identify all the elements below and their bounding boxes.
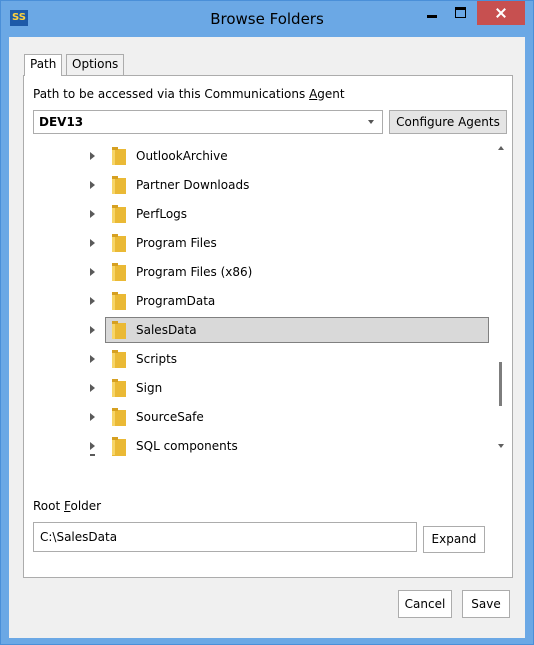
tree-item-label: Sign: [136, 381, 163, 395]
folder-icon: [112, 263, 126, 281]
folder-icon: [112, 147, 126, 165]
tree-item[interactable]: SalesData: [33, 316, 493, 345]
root-folder-label: Root Folder: [33, 499, 102, 513]
tree-item-label: ProgramData: [136, 294, 216, 308]
cancel-button[interactable]: Cancel: [398, 590, 452, 618]
tree-item-label: SourceSafe: [136, 410, 204, 424]
folder-icon: [112, 205, 126, 223]
folder-icon: [112, 379, 126, 397]
tab-path[interactable]: Path: [24, 54, 63, 76]
expand-arrow-icon[interactable]: [90, 297, 95, 305]
expand-arrow-icon[interactable]: [90, 239, 95, 247]
root-folder-input[interactable]: [33, 522, 417, 552]
tree-item[interactable]: Program Files (x86): [33, 258, 493, 287]
expand-button[interactable]: Expand: [423, 526, 485, 553]
expand-arrow-icon[interactable]: [90, 384, 95, 392]
tree-item-label: Program Files: [136, 236, 217, 250]
tree-item[interactable]: Scripts: [33, 345, 493, 374]
expand-arrow-icon[interactable]: [90, 442, 95, 450]
maximize-icon[interactable]: [447, 1, 474, 25]
tree-item[interactable]: SourceSafe: [33, 403, 493, 432]
expand-arrow-icon[interactable]: [90, 181, 95, 189]
expand-arrow-icon[interactable]: [90, 326, 95, 334]
tree-item-label: OutlookArchive: [136, 149, 228, 163]
minimize-icon[interactable]: [419, 1, 446, 25]
agent-dropdown[interactable]: DEV13: [33, 110, 383, 134]
path-label: Path to be accessed via this Communicati…: [33, 87, 345, 101]
tree-item-label: Partner Downloads: [136, 178, 250, 192]
tree-item-label: Scripts: [136, 352, 178, 366]
folder-icon: [112, 350, 126, 368]
dialog-body: Path Options Path to be accessed via thi…: [9, 37, 525, 638]
tree-item[interactable]: Program Files: [33, 229, 493, 258]
folder-tree[interactable]: OutlookArchive Partner Downloads PerfLogs P…: [33, 138, 505, 456]
folder-icon: [112, 292, 126, 310]
folder-icon: [112, 234, 126, 252]
expand-arrow-icon[interactable]: [90, 210, 95, 218]
tab-options[interactable]: Options: [66, 54, 125, 75]
scroll-up-icon[interactable]: [498, 146, 504, 150]
expand-arrow-icon[interactable]: [90, 355, 95, 363]
close-icon[interactable]: [477, 1, 525, 25]
tree-item[interactable]: OutlookArchive: [33, 142, 493, 171]
tree-item[interactable]: SQL components: [33, 432, 493, 456]
tree-item[interactable]: PerfLogs: [33, 200, 493, 229]
agent-dropdown-value: DEV13: [39, 115, 84, 129]
folder-icon: [112, 408, 126, 426]
tree-item-label: SQL components: [136, 439, 238, 453]
chevron-down-icon: [368, 120, 374, 124]
folder-icon: [112, 321, 126, 339]
title-bar[interactable]: SS Browse Folders: [1, 1, 533, 37]
tree-item[interactable]: Sign: [33, 374, 493, 403]
scroll-thumb[interactable]: [499, 362, 502, 406]
tree-item-label: Program Files (x86): [136, 265, 253, 279]
folder-icon: [112, 437, 126, 455]
scroll-down-icon[interactable]: [498, 444, 504, 448]
tree-item[interactable]: ProgramData: [33, 287, 493, 316]
tree-item-label: PerfLogs: [136, 207, 188, 221]
configure-agents-button[interactable]: Configure Agents: [389, 110, 507, 134]
tree-item[interactable]: Partner Downloads: [33, 171, 493, 200]
expand-arrow-icon[interactable]: [90, 152, 95, 160]
browse-folders-window: SS Browse Folders Path Options Path to b…: [0, 0, 534, 645]
folder-icon: [112, 176, 126, 194]
expand-arrow-icon[interactable]: [90, 413, 95, 421]
save-button[interactable]: Save: [462, 590, 510, 618]
expand-arrow-icon[interactable]: [90, 268, 95, 276]
tree-scrollbar[interactable]: [494, 138, 508, 456]
tree-item-label: SalesData: [136, 323, 197, 337]
